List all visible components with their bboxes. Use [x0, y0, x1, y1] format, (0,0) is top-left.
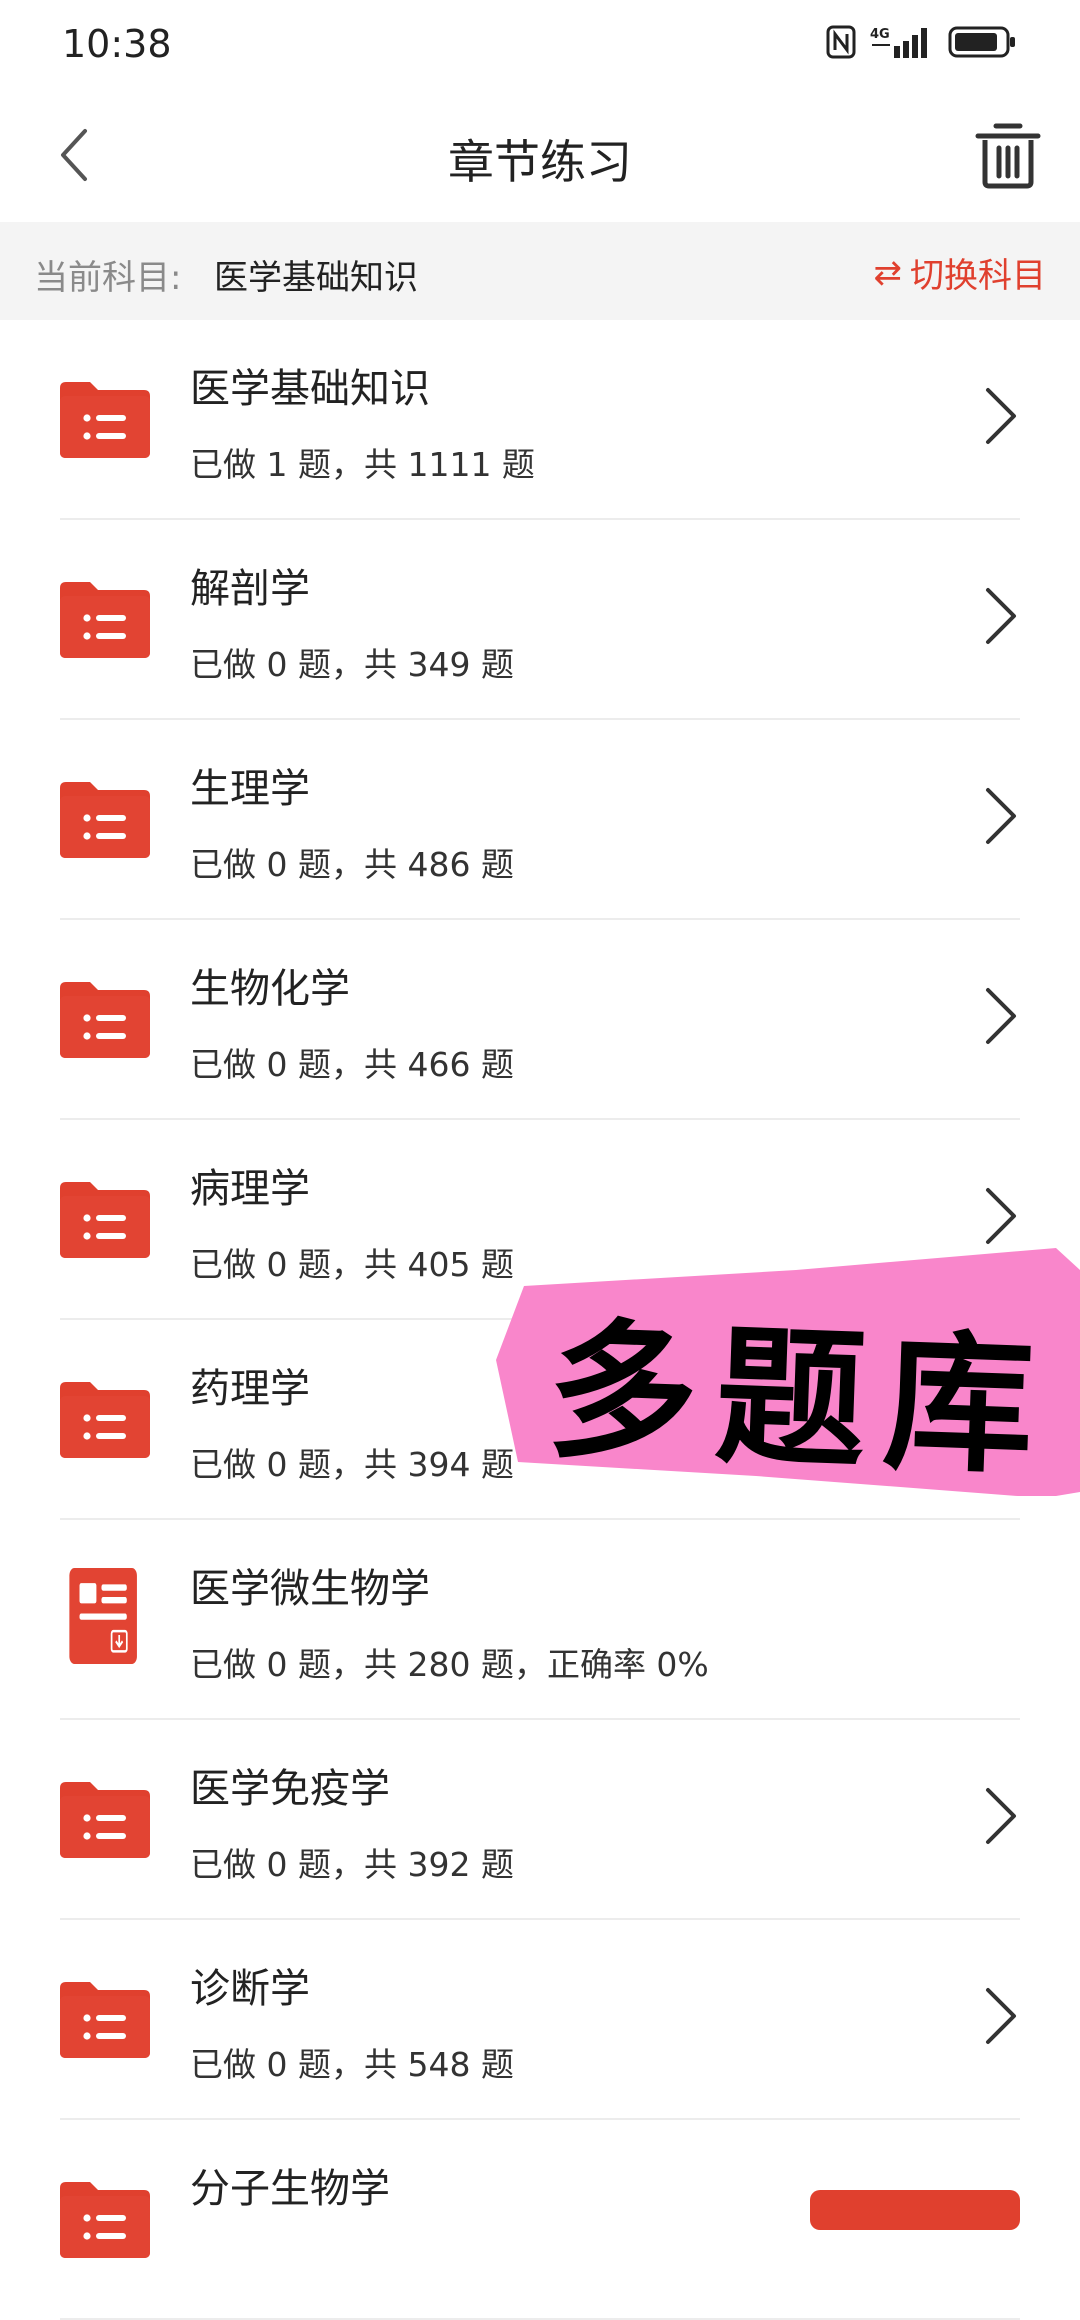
chapter-title: 病理学 [190, 1166, 310, 1212]
chapter-title: 诊断学 [190, 1966, 310, 2012]
subject-label: 当前科目: [34, 258, 182, 298]
folder-list-icon [60, 382, 150, 458]
chapter-item[interactable]: 生理学已做 0 题，共 486 题 [0, 720, 1080, 920]
chevron-right-icon [986, 588, 1016, 644]
chapter-title: 医学基础知识 [190, 366, 430, 412]
chapter-progress: 已做 0 题，共 548 题 [190, 2045, 514, 2084]
trash-icon [975, 123, 1041, 189]
chevron-right-icon [986, 988, 1016, 1044]
battery-icon [948, 26, 1015, 58]
trash-button[interactable] [970, 116, 1046, 192]
folder-list-icon [60, 982, 150, 1058]
chapter-progress: 已做 0 题，共 392 题 [190, 1845, 514, 1884]
chevron-right-icon [986, 1988, 1016, 2044]
chapter-item[interactable]: 解剖学已做 0 题，共 349 题 [0, 520, 1080, 720]
header: 章节练习 [0, 90, 1080, 222]
network-type: 4G [870, 27, 890, 42]
chapter-progress: 已做 0 题，共 394 题 [190, 1445, 514, 1484]
chapter-progress: 已做 0 题，共 466 题 [190, 1045, 514, 1084]
folder-list-icon [60, 782, 150, 858]
chapter-title: 解剖学 [190, 566, 310, 612]
switch-subject-label: 切换科目 [910, 256, 1046, 296]
chapter-progress: 已做 0 题，共 405 题 [190, 1245, 514, 1284]
chapter-progress: 已做 0 题，共 486 题 [190, 845, 514, 884]
bottom-action-button[interactable] [810, 2190, 1020, 2230]
chapter-title: 医学微生物学 [190, 1566, 430, 1612]
folder-list-icon [60, 1782, 150, 1858]
chapter-item[interactable]: 生物化学已做 0 题，共 466 题 [0, 920, 1080, 1120]
folder-list-icon [60, 1382, 150, 1458]
chapter-item[interactable]: 医学免疫学已做 0 题，共 392 题 [0, 1720, 1080, 1920]
chapter-progress: 已做 0 题，共 349 题 [190, 645, 514, 684]
chapter-progress: 已做 1 题，共 1111 题 [190, 445, 535, 484]
document-icon [69, 1568, 137, 1664]
chevron-right-icon [986, 388, 1016, 444]
switch-subject-button[interactable]: ⇄ 切换科目 [874, 248, 1047, 297]
switch-icon: ⇄ [873, 252, 903, 293]
page-title: 章节练习 [448, 135, 632, 189]
folder-list-icon [60, 1982, 150, 2058]
chapter-title: 生理学 [190, 766, 310, 812]
chevron-right-icon [986, 1788, 1016, 1844]
chapter-item[interactable]: 医学微生物学已做 0 题，共 280 题，正确率 0% [0, 1520, 1080, 1720]
status-bar: 10:38 4G [0, 0, 1080, 90]
chapter-progress: 已做 0 题，共 280 题，正确率 0% [190, 1645, 709, 1684]
chevron-right-icon [986, 1188, 1016, 1244]
subject-bar: 当前科目: 医学基础知识 ⇄ 切换科目 [0, 222, 1080, 320]
sticker-text: 多题库 [544, 1304, 1055, 1496]
folder-list-icon [60, 1182, 150, 1258]
chapter-title: 医学免疫学 [190, 1766, 390, 1812]
chapter-title: 生物化学 [190, 966, 350, 1012]
signal-icon: 4G [870, 27, 927, 58]
chapter-item[interactable]: 诊断学已做 0 题，共 548 题 [0, 1920, 1080, 2120]
nfc-icon [826, 25, 856, 59]
chevron-right-icon [986, 788, 1016, 844]
subject-value: 医学基础知识 [214, 258, 418, 298]
status-time: 10:38 [62, 22, 172, 66]
sticker-overlay: 多题库 [496, 1240, 1080, 1496]
status-icons: 4G [826, 24, 1018, 60]
chapter-title: 药理学 [190, 1366, 310, 1412]
folder-list-icon [60, 582, 150, 658]
chapter-item[interactable]: 医学基础知识已做 1 题，共 1111 题 [0, 320, 1080, 520]
folder-list-icon [60, 2182, 150, 2258]
chapter-title: 分子生物学 [190, 2166, 390, 2212]
